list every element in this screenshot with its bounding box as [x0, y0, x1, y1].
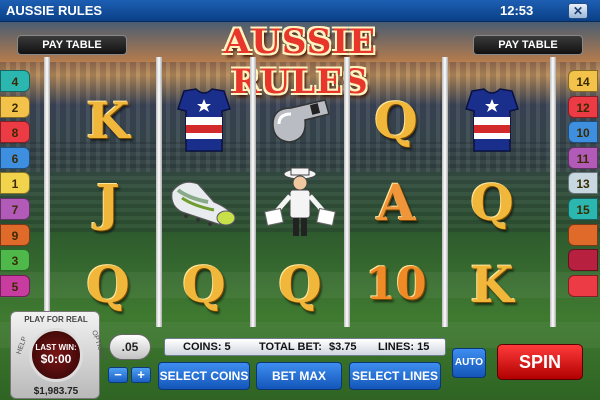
symbol-q: Q	[252, 242, 348, 326]
lines-label: LINES: 15	[378, 341, 430, 353]
left-line-marker-7[interactable]: 7	[0, 197, 30, 220]
balance: $1,983.75	[33, 386, 79, 397]
bet-max-button[interactable]: BET MAX	[256, 362, 342, 390]
guernsey-icon	[444, 78, 540, 162]
paytable-button-left[interactable]: PAY TABLE	[17, 35, 127, 55]
right-line-marker-15[interactable]: 15	[568, 197, 598, 220]
close-button[interactable]: ✕	[568, 3, 588, 19]
guernsey-icon	[465, 88, 519, 152]
left-line-marker-3[interactable]: 3	[0, 249, 30, 272]
game-logo: AUSSIE RULES	[223, 22, 377, 102]
spin-button[interactable]: SPIN	[497, 344, 583, 380]
football-boots-icon	[156, 160, 252, 244]
left-line-markers: 4 2 86 17 9 35	[0, 70, 34, 300]
coins-label: COINS: 5	[183, 341, 231, 353]
left-line-marker-5[interactable]: 5	[0, 274, 30, 297]
play-for-real-label[interactable]: PLAY FOR REAL	[11, 315, 101, 324]
symbol-q: Q	[444, 160, 540, 244]
last-win-display: LAST WIN: $0:00	[29, 328, 83, 382]
goal-post	[550, 57, 556, 327]
symbol-letter: Q	[374, 90, 418, 150]
window-title: AUSSIE RULES	[6, 3, 103, 18]
right-line-marker-13[interactable]: 13	[568, 172, 598, 195]
help-button[interactable]: HELP	[16, 336, 29, 356]
symbol-k: K	[444, 242, 540, 326]
guernsey-icon	[177, 88, 231, 152]
left-line-marker-9[interactable]: 9	[0, 223, 30, 246]
symbol-a: A	[348, 160, 444, 244]
guernsey-icon	[156, 78, 252, 162]
left-line-marker-4[interactable]: 4	[0, 70, 30, 92]
right-line-marker-14[interactable]: 14	[568, 70, 598, 92]
title-bar: AUSSIE RULES 12:53 ✕	[0, 0, 600, 22]
symbol-letter: 10	[365, 258, 427, 310]
auto-play-button[interactable]: AUTO	[452, 348, 486, 378]
clock: 12:53	[500, 3, 534, 18]
symbol-q: Q	[348, 78, 444, 162]
symbol-letter: Q	[278, 254, 322, 314]
symbol-k: K	[60, 78, 156, 162]
select-lines-button[interactable]: SELECT LINES	[349, 362, 441, 390]
reels: K J Q Q Q Q A 10 Q K	[60, 74, 540, 324]
symbol-10: 10	[348, 242, 444, 326]
left-line-marker-6[interactable]: 6	[0, 146, 30, 169]
symbol-letter: Q	[182, 254, 226, 314]
umpire-icon	[264, 167, 336, 236]
coin-plus-button[interactable]: +	[131, 367, 151, 383]
right-line-marker-11[interactable]: 11	[568, 146, 598, 169]
whistle-icon	[272, 99, 330, 143]
symbol-letter: K	[470, 254, 514, 314]
right-line-marker-[interactable]	[568, 249, 598, 272]
whistle-icon	[252, 78, 348, 162]
football-boots-icon	[171, 181, 236, 226]
umpire-icon	[252, 160, 348, 244]
coin-minus-button[interactable]: −	[108, 367, 128, 383]
symbol-letter: J	[96, 172, 120, 232]
bet-info-bar: COINS: 5 TOTAL BET: $3.75 LINES: 15	[164, 338, 446, 356]
right-line-marker-10[interactable]: 10	[568, 121, 598, 144]
right-line-marker-[interactable]	[568, 223, 598, 246]
coin-value: .05	[109, 334, 151, 360]
last-win-value: $0:00	[40, 352, 72, 366]
symbol-j: J	[60, 160, 156, 244]
total-bet-value: $3.75	[329, 341, 357, 353]
right-line-markers: 14 12 10 11 13 15	[568, 70, 600, 300]
goal-post	[44, 57, 50, 327]
symbol-letter: Q	[86, 254, 130, 314]
last-win-label: LAST WIN:	[35, 343, 77, 352]
symbol-letter: Q	[470, 172, 514, 232]
left-line-marker-2[interactable]: 2	[0, 95, 30, 118]
total-bet-label: TOTAL BET:	[259, 341, 322, 353]
symbol-letter: K	[86, 90, 130, 150]
paytable-button-right[interactable]: PAY TABLE	[473, 35, 583, 55]
last-win-panel: PLAY FOR REAL HELP OPTIONS LAST WIN: $0:…	[10, 311, 107, 399]
select-coins-button[interactable]: SELECT COINS	[158, 362, 250, 390]
right-line-marker-12[interactable]: 12	[568, 95, 598, 118]
right-line-marker-[interactable]	[568, 274, 598, 297]
symbol-letter: A	[376, 172, 416, 232]
symbol-q: Q	[156, 242, 252, 326]
left-line-marker-8[interactable]: 8	[0, 121, 30, 144]
left-line-marker-1[interactable]: 1	[0, 172, 30, 195]
